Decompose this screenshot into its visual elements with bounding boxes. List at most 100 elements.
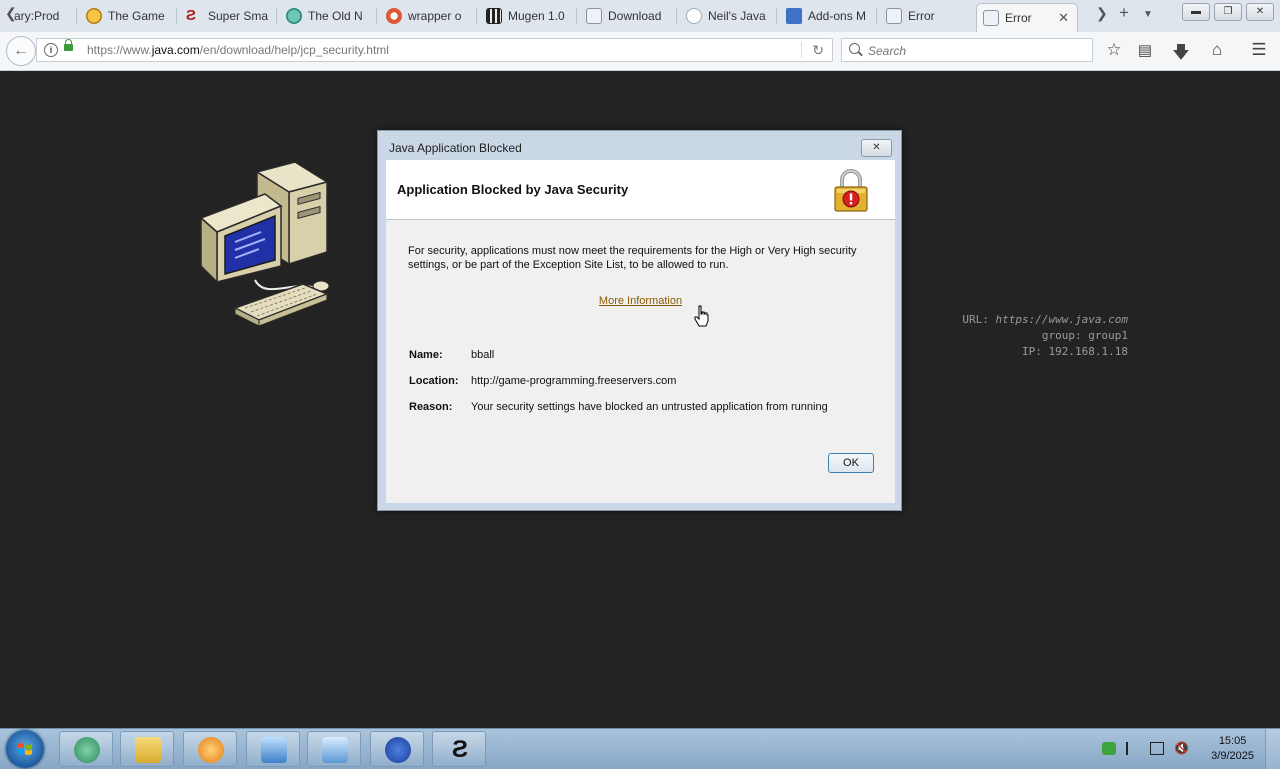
dialog-close-button[interactable]: ✕ — [861, 139, 892, 157]
tab-active[interactable]: Error ✕ — [976, 3, 1078, 32]
reason-label: Reason: — [409, 401, 453, 413]
tab-label: Download — [608, 9, 662, 23]
window-close-icon[interactable]: ✕ — [1246, 3, 1274, 21]
picture-viewer-icon — [261, 737, 287, 763]
taskbar-app-1[interactable] — [59, 731, 113, 767]
search-icon — [849, 43, 860, 54]
url-info-value: https://www.java.com — [995, 313, 1128, 326]
dialog-heading: Application Blocked by Java Security — [397, 182, 629, 197]
clock-date: 3/9/2025 — [1211, 750, 1254, 762]
url-text[interactable]: https://www.java.com/en/download/help/jc… — [87, 43, 389, 57]
lock-icon[interactable] — [64, 39, 73, 51]
tab-6[interactable]: Mugen 1.0 — [480, 3, 574, 29]
site-info-icon[interactable]: i — [44, 43, 58, 57]
gamefaqs-icon — [385, 737, 411, 763]
globe-icon — [286, 8, 302, 24]
group-info-value: group1 — [1088, 329, 1128, 342]
tab-label: Mugen 1.0 — [508, 9, 565, 23]
media-player-icon — [198, 737, 224, 763]
taskbar-app-3[interactable] — [183, 731, 237, 767]
system-clock[interactable]: 15:05 3/9/2025 — [1211, 734, 1254, 764]
downloads-icon[interactable]: 🡇 — [1170, 40, 1192, 69]
tab-9[interactable]: Add-ons M — [780, 3, 874, 29]
home-icon[interactable]: ⌂ — [1206, 40, 1228, 60]
hand-cursor-icon — [694, 305, 710, 332]
back-arrow-icon: ← — [13, 42, 29, 59]
search-input[interactable] — [866, 41, 1090, 61]
tab-label: Error — [1005, 11, 1032, 25]
more-information-link[interactable]: More Information — [599, 295, 682, 307]
speech-bubble-icon — [686, 8, 702, 24]
taskbar-app-5[interactable] — [307, 731, 361, 767]
tab-label: Neil's Java — [708, 9, 766, 23]
tab-1[interactable]: ary:Prod — [14, 3, 74, 29]
tab-label: ary:Prod — [14, 9, 60, 23]
ip-info-label: IP: — [1022, 345, 1042, 358]
tab-strip: ❮ ary:Prod The Game Ƨ Super Sma The Old … — [0, 0, 1280, 33]
tab-list-icon[interactable]: ▼ — [1143, 9, 1153, 20]
menu-icon[interactable]: ☰ — [1248, 40, 1270, 60]
tab-label: wrapper o — [408, 9, 462, 23]
java-icon — [586, 8, 602, 24]
ok-button[interactable]: OK — [828, 453, 874, 473]
new-tab-icon[interactable]: + — [1119, 3, 1129, 23]
close-tab-icon[interactable]: ✕ — [1058, 10, 1069, 26]
reason-value: Your security settings have blocked an u… — [471, 401, 828, 413]
reload-icon[interactable]: ↻ — [812, 42, 824, 59]
action-center-icon[interactable] — [1102, 742, 1116, 755]
url-domain: java.com — [151, 43, 200, 57]
reading-list-icon[interactable]: ▤ — [1134, 41, 1156, 59]
name-value: bball — [471, 349, 495, 361]
tab-5[interactable]: wrapper o — [380, 3, 474, 29]
mugen-icon — [486, 8, 502, 24]
tab-10[interactable]: Error — [880, 3, 974, 29]
tab-label: Add-ons M — [808, 9, 867, 23]
restore-icon[interactable]: ❐ — [1214, 3, 1242, 21]
duckduckgo-icon — [386, 8, 402, 24]
dialog-header: Application Blocked by Java Security — [386, 160, 895, 220]
client-info: URL: https://www.java.com group: group1 … — [962, 312, 1128, 360]
close-icon: ✕ — [872, 142, 881, 153]
clock-time: 15:05 — [1218, 735, 1247, 747]
java-icon — [983, 10, 999, 26]
group-info-line: group: group1 — [962, 328, 1128, 344]
address-bar[interactable]: i https://www.java.com/en/download/help/… — [36, 38, 833, 62]
windows-logo-icon — [18, 743, 32, 755]
dialog-body: For security, applications must now meet… — [386, 220, 895, 503]
tab-label: Super Sma — [208, 9, 269, 23]
java-blocked-dialog: Java Application Blocked ✕ Application B… — [377, 130, 902, 511]
padlock-warning-icon — [833, 168, 869, 217]
smiley-icon — [86, 8, 102, 24]
minimize-icon[interactable]: ▬ — [1182, 3, 1210, 21]
tab-label: The Old N — [308, 9, 363, 23]
taskbar-app-7[interactable]: Ƨ — [432, 731, 486, 767]
s-logo-icon: Ƨ — [451, 736, 468, 763]
computer-illustration — [195, 160, 340, 335]
tab-7[interactable]: Download — [580, 3, 674, 29]
start-button[interactable] — [6, 730, 44, 768]
tab-2[interactable]: The Game — [80, 3, 174, 29]
location-label: Location: — [409, 375, 459, 387]
network-icon[interactable] — [1150, 742, 1164, 755]
s-logo-icon: Ƨ — [186, 7, 197, 24]
tab-4[interactable]: The Old N — [280, 3, 374, 29]
tab-3[interactable]: Ƨ Super Sma — [180, 3, 274, 29]
ip-info-value: 192.168.1.18 — [1048, 345, 1128, 358]
taskbar-app-4[interactable] — [246, 731, 300, 767]
search-bar[interactable] — [841, 38, 1093, 62]
volume-muted-icon[interactable]: 🔇 — [1174, 742, 1189, 755]
taskbar-app-6[interactable] — [370, 731, 424, 767]
java-icon — [886, 8, 902, 24]
url-info-label: URL: — [962, 313, 989, 326]
bookmark-star-icon[interactable]: ☆ — [1103, 40, 1125, 60]
security-message: For security, applications must now meet… — [408, 245, 857, 271]
back-button[interactable]: ← — [6, 36, 36, 66]
name-label: Name: — [409, 349, 443, 361]
location-value: http://game-programming.freeservers.com — [471, 375, 677, 387]
scroll-tabs-right-icon[interactable]: ❯ — [1096, 5, 1108, 22]
ip-info-line: IP: 192.168.1.18 — [962, 344, 1128, 360]
show-desktop-button[interactable] — [1265, 729, 1280, 769]
flag-icon[interactable] — [1126, 742, 1142, 755]
taskbar-app-2[interactable] — [120, 731, 174, 767]
tab-8[interactable]: Neil's Java — [680, 3, 774, 29]
